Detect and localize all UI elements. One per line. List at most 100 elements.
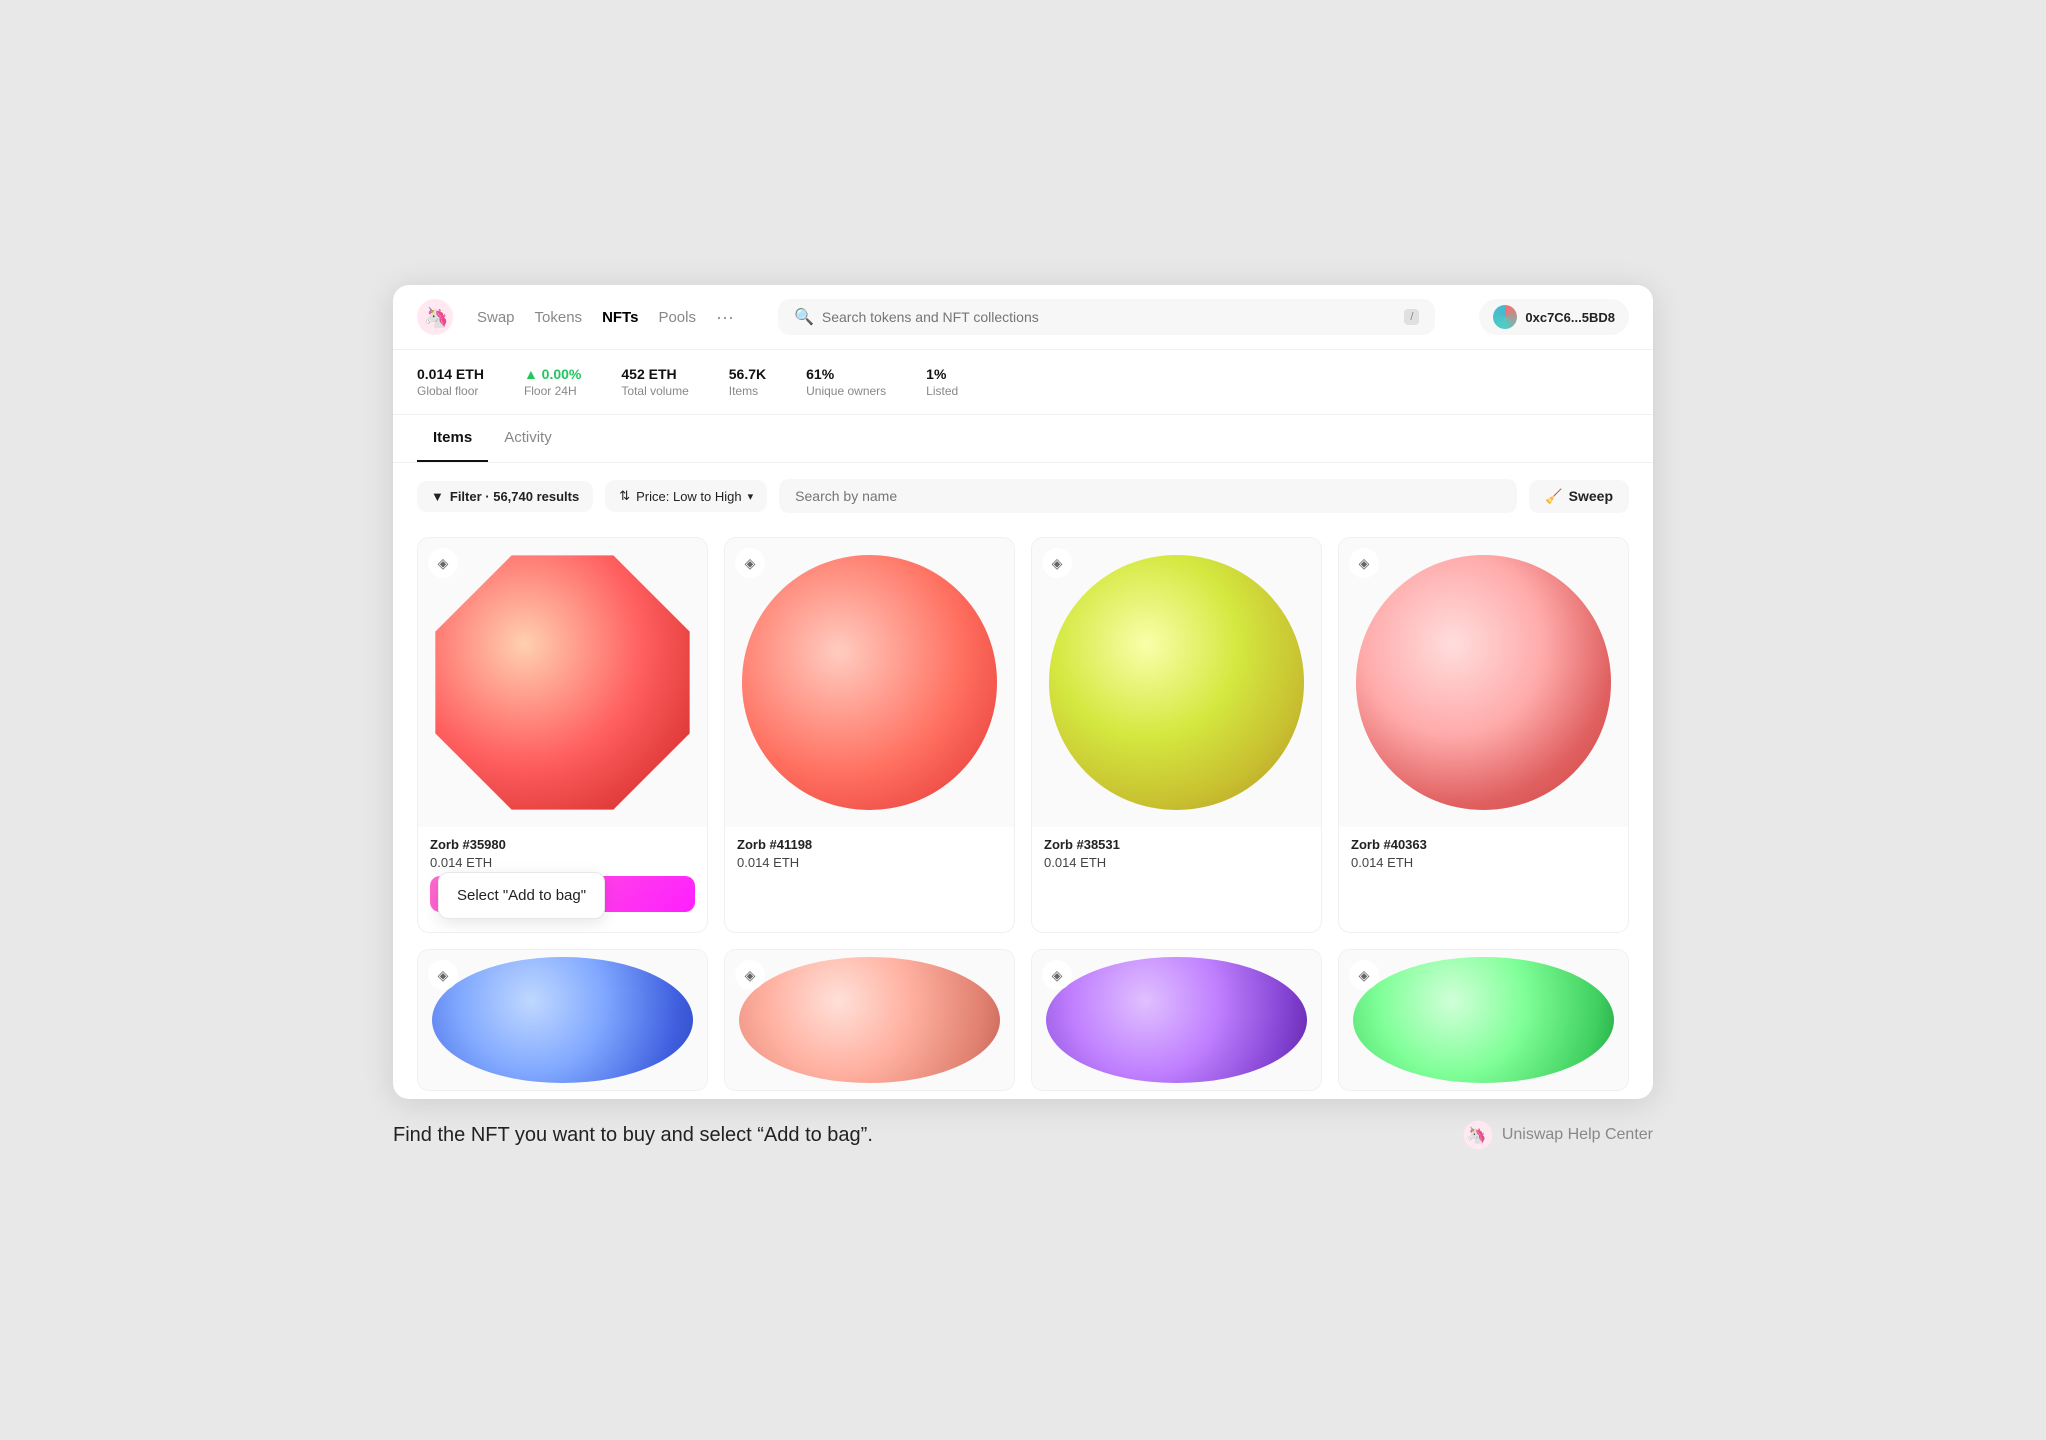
sweep-label: Sweep xyxy=(1569,488,1613,504)
search-icon: 🔍 xyxy=(794,307,814,327)
nft-eth-badge-6: ◈ xyxy=(1042,960,1072,990)
browser-card: 🦄 Swap Tokens NFTs Pools ··· 🔍 / 0xc7C6.… xyxy=(393,285,1653,1099)
nft-image-7: ◈ xyxy=(1339,950,1628,1090)
stat-owners-value: 61% xyxy=(806,366,886,382)
nav-swap[interactable]: Swap xyxy=(477,309,515,326)
stat-volume-label: Total volume xyxy=(621,384,688,398)
global-search-input[interactable] xyxy=(822,309,1396,325)
nft-name-3: Zorb #40363 xyxy=(1351,837,1616,852)
nft-info-1: Zorb #41198 0.014 ETH xyxy=(725,827,1014,880)
nft-info-3: Zorb #40363 0.014 ETH xyxy=(1339,827,1628,880)
stat-owners: 61% Unique owners xyxy=(806,366,886,398)
tab-items[interactable]: Items xyxy=(417,415,488,462)
add-to-bag-tooltip: Select "Add to bag" xyxy=(438,872,605,919)
nav-pools[interactable]: Pools xyxy=(658,309,696,326)
nav-links: Swap Tokens NFTs Pools ··· xyxy=(477,307,734,328)
stat-floor24h-value: ▲ 0.00% xyxy=(524,366,581,382)
nft-eth-badge-0: ◈ xyxy=(428,548,458,578)
nft-image-1: ◈ xyxy=(725,538,1014,827)
nft-eth-badge-4: ◈ xyxy=(428,960,458,990)
nft-sphere-0 xyxy=(418,538,707,827)
stat-volume: 452 ETH Total volume xyxy=(621,366,688,398)
stats-bar: 0.014 ETH Global floor ▲ 0.00% Floor 24H… xyxy=(393,350,1653,415)
chevron-down-icon: ▾ xyxy=(748,490,754,503)
stat-floor-label: Global floor xyxy=(417,384,484,398)
navbar: 🦄 Swap Tokens NFTs Pools ··· 🔍 / 0xc7C6.… xyxy=(393,285,1653,350)
nft-image-4: ◈ xyxy=(418,950,707,1090)
search-name-input[interactable] xyxy=(779,479,1517,513)
sort-button[interactable]: ⇅ Price: Low to High ▾ xyxy=(605,480,767,512)
filter-label: Filter · 56,740 results xyxy=(450,489,579,504)
nft-name-2: Zorb #38531 xyxy=(1044,837,1309,852)
filter-button[interactable]: ▼ Filter · 56,740 results xyxy=(417,481,593,512)
svg-text:🦄: 🦄 xyxy=(424,306,449,329)
stat-floor: 0.014 ETH Global floor xyxy=(417,366,484,398)
nft-sphere-3 xyxy=(1339,538,1628,827)
nft-sphere-7 xyxy=(1339,950,1628,1090)
footer-brand-name: Uniswap Help Center xyxy=(1502,1126,1653,1144)
sort-label: Price: Low to High xyxy=(636,489,742,504)
nft-eth-badge-1: ◈ xyxy=(735,548,765,578)
nft-image-0: ◈ xyxy=(418,538,707,827)
nft-eth-badge-2: ◈ xyxy=(1042,548,1072,578)
nft-card-7: ◈ xyxy=(1338,949,1629,1091)
nft-eth-badge-3: ◈ xyxy=(1349,548,1379,578)
uniswap-logo: 🦄 xyxy=(417,299,453,335)
search-shortcut: / xyxy=(1404,309,1419,325)
nft-image-3: ◈ xyxy=(1339,538,1628,827)
sort-icon: ⇅ xyxy=(619,488,630,504)
nft-price-3: 0.014 ETH xyxy=(1351,855,1616,870)
stat-owners-label: Unique owners xyxy=(806,384,886,398)
nft-grid: ◈ Zorb #35980 0.014 ETH Add to bag Selec… xyxy=(393,529,1653,1099)
nft-price-0: 0.014 ETH xyxy=(430,855,695,870)
sweep-icon: 🧹 xyxy=(1545,488,1562,505)
wallet-avatar xyxy=(1493,305,1517,329)
sweep-button[interactable]: 🧹 Sweep xyxy=(1529,480,1629,513)
nft-eth-badge-5: ◈ xyxy=(735,960,765,990)
nft-price-2: 0.014 ETH xyxy=(1044,855,1309,870)
nft-card-0: ◈ Zorb #35980 0.014 ETH Add to bag Selec… xyxy=(417,537,708,933)
nft-sphere-2 xyxy=(1032,538,1321,827)
nft-sphere-1 xyxy=(725,538,1014,827)
nav-nfts[interactable]: NFTs xyxy=(602,309,638,326)
svg-text:🦄: 🦄 xyxy=(1467,1126,1487,1145)
nft-price-1: 0.014 ETH xyxy=(737,855,1002,870)
nft-sphere-6 xyxy=(1032,950,1321,1090)
stat-floor-value: 0.014 ETH xyxy=(417,366,484,382)
nft-card-4: ◈ xyxy=(417,949,708,1091)
nft-card-1: ◈ Zorb #41198 0.014 ETH xyxy=(724,537,1015,933)
nft-name-0: Zorb #35980 xyxy=(430,837,695,852)
wallet-address: 0xc7C6...5BD8 xyxy=(1525,310,1615,325)
stat-floor24h-label: Floor 24H xyxy=(524,384,581,398)
stat-volume-value: 452 ETH xyxy=(621,366,688,382)
stat-items-value: 56.7K xyxy=(729,366,766,382)
filter-bar: ▼ Filter · 56,740 results ⇅ Price: Low t… xyxy=(393,463,1653,529)
stat-floor24h: ▲ 0.00% Floor 24H xyxy=(524,366,581,398)
nft-card-2: ◈ Zorb #38531 0.014 ETH xyxy=(1031,537,1322,933)
nav-more[interactable]: ··· xyxy=(716,307,734,328)
nav-tokens[interactable]: Tokens xyxy=(535,309,583,326)
footer: Find the NFT you want to buy and select … xyxy=(393,1099,1653,1155)
tab-activity[interactable]: Activity xyxy=(488,415,568,462)
nft-sphere-4 xyxy=(418,950,707,1090)
nft-image-6: ◈ xyxy=(1032,950,1321,1090)
wallet-button[interactable]: 0xc7C6...5BD8 xyxy=(1479,299,1629,335)
footer-brand: 🦄 Uniswap Help Center xyxy=(1462,1119,1653,1151)
stat-items: 56.7K Items xyxy=(729,366,766,398)
nft-card-6: ◈ xyxy=(1031,949,1322,1091)
tabs: Items Activity xyxy=(393,415,1653,463)
global-search[interactable]: 🔍 / xyxy=(778,299,1435,335)
nft-image-5: ◈ xyxy=(725,950,1014,1090)
nft-info-2: Zorb #38531 0.014 ETH xyxy=(1032,827,1321,880)
filter-icon: ▼ xyxy=(431,489,444,504)
stat-listed-label: Listed xyxy=(926,384,958,398)
nft-image-2: ◈ xyxy=(1032,538,1321,827)
nft-sphere-5 xyxy=(725,950,1014,1090)
outer-wrapper: 🦄 Swap Tokens NFTs Pools ··· 🔍 / 0xc7C6.… xyxy=(393,285,1653,1155)
stat-items-label: Items xyxy=(729,384,766,398)
uniswap-footer-logo: 🦄 xyxy=(1462,1119,1494,1151)
nft-name-1: Zorb #41198 xyxy=(737,837,1002,852)
nft-card-5: ◈ xyxy=(724,949,1015,1091)
footer-instruction: Find the NFT you want to buy and select … xyxy=(393,1124,873,1147)
nft-card-3: ◈ Zorb #40363 0.014 ETH xyxy=(1338,537,1629,933)
